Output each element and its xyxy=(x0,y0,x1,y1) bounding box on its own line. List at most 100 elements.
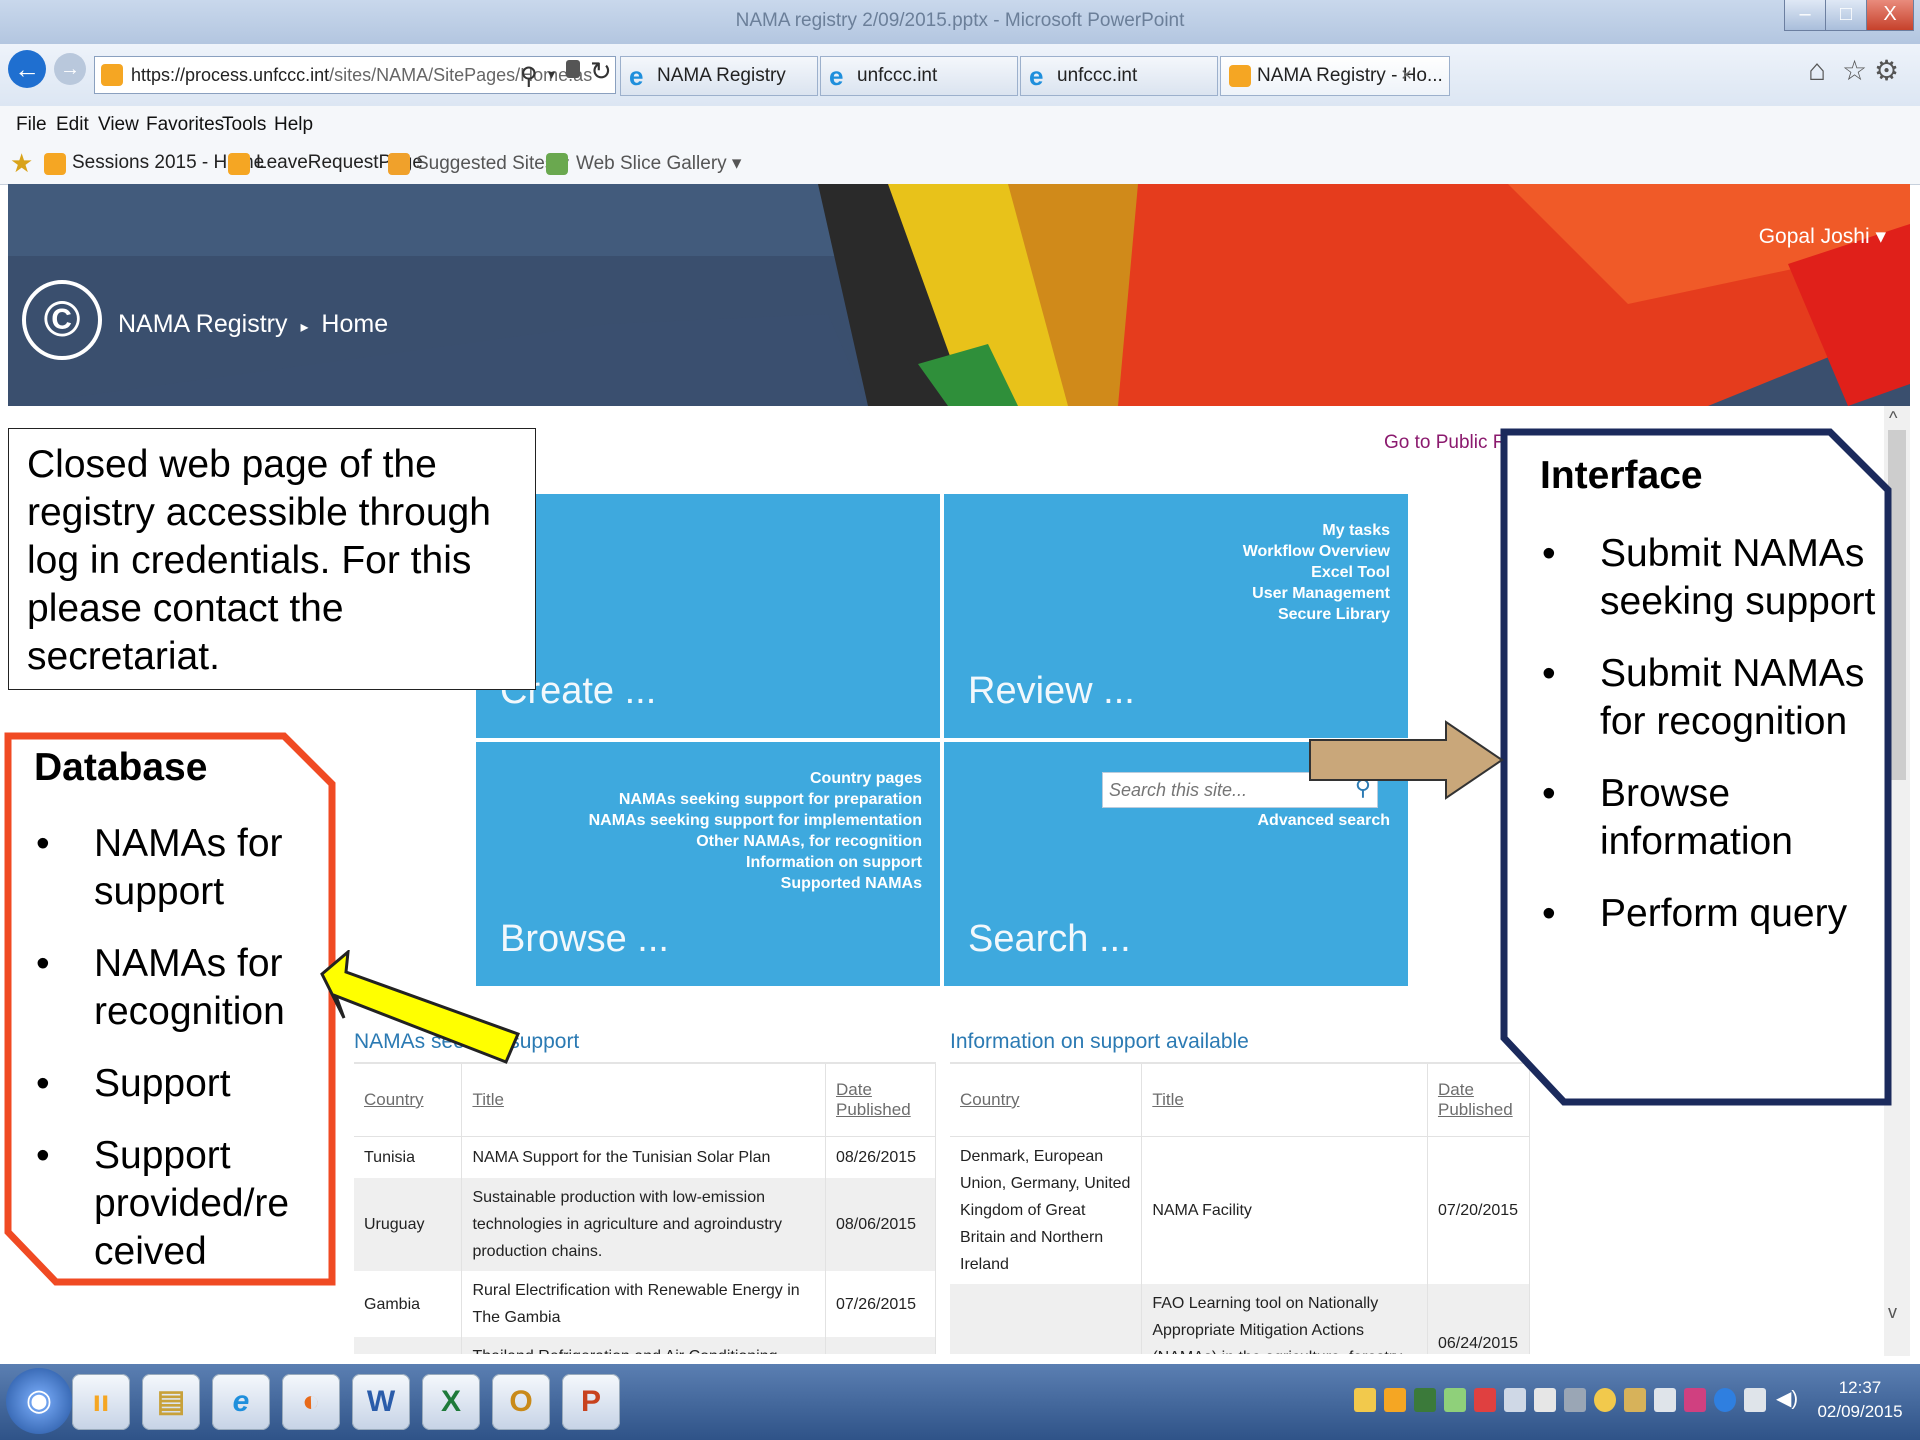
breadcrumb: NAMA Registry ▸ Home xyxy=(118,310,388,339)
col-title-header[interactable]: Title xyxy=(461,1064,826,1137)
support-table-viewport: Country Title Date Published Denmark, Eur… xyxy=(950,1064,1530,1354)
excel-taskbar-icon[interactable]: X xyxy=(422,1374,480,1430)
clock-time: 12:37 xyxy=(1838,1378,1882,1397)
breadcrumb-root[interactable]: NAMA Registry xyxy=(118,310,287,338)
minimize-button[interactable]: – xyxy=(1784,0,1826,31)
network-tray-icon[interactable] xyxy=(1444,1388,1466,1412)
close-tab-icon[interactable]: × xyxy=(1401,57,1412,95)
menu-favorites[interactable]: Favorites xyxy=(146,114,224,136)
refresh-icon[interactable]: ↻ xyxy=(590,56,612,87)
tab-unfccc-1[interactable]: e unfccc.int xyxy=(820,56,1018,96)
favorites-star-add-icon[interactable]: ★ xyxy=(10,148,33,179)
tile-browse[interactable]: Country pages NAMAs seeking support for … xyxy=(476,742,940,986)
address-input[interactable]: https://process.unfccc.int/sites/NAMA/Si… xyxy=(94,56,616,94)
device-tray-icon[interactable] xyxy=(1534,1388,1556,1412)
powerpoint-taskbar-icon[interactable]: P xyxy=(562,1374,620,1430)
start-orb-icon[interactable]: ◉ xyxy=(6,1368,72,1434)
col-date-header[interactable]: Date Published xyxy=(825,1064,936,1137)
menu-file[interactable]: File xyxy=(16,114,47,136)
tile-browse-links: Country pages NAMAs seeking support for … xyxy=(589,768,922,894)
menu-tools[interactable]: Tools xyxy=(222,114,266,136)
tab-nama-registry-home[interactable]: NAMA Registry - Ho... × xyxy=(1220,56,1450,96)
fav-web-slice-gallery[interactable]: Web Slice Gallery ▾ xyxy=(576,152,741,175)
lock-tray-icon[interactable] xyxy=(1624,1388,1646,1412)
bullet-icon: • xyxy=(1542,532,1556,575)
menu-view[interactable]: View xyxy=(98,114,139,136)
search-icon[interactable]: ⚲ xyxy=(520,62,538,91)
tab-nama-registry[interactable]: e NAMA Registry xyxy=(620,56,818,96)
gear-icon[interactable]: ⚙ xyxy=(1874,54,1899,87)
table-row[interactable]: Denmark, European Union, Germany, United… xyxy=(950,1136,1530,1284)
sync-tray-icon[interactable] xyxy=(1564,1388,1586,1412)
maximize-button[interactable]: □ xyxy=(1825,0,1867,31)
clock-date: 02/09/2015 xyxy=(1817,1402,1903,1421)
back-button[interactable]: ← xyxy=(8,50,46,88)
flag-tray-icon[interactable] xyxy=(1684,1388,1706,1412)
link-workflow-overview[interactable]: Workflow Overview xyxy=(1243,541,1390,562)
close-window-button[interactable]: X xyxy=(1866,0,1914,31)
word-taskbar-icon[interactable]: W xyxy=(352,1374,410,1430)
internet-explorer-taskbar-icon[interactable]: e xyxy=(212,1374,270,1430)
update-tray-icon[interactable] xyxy=(1594,1388,1616,1412)
keyboard-tray-icon[interactable] xyxy=(1654,1388,1676,1412)
tab-unfccc-2[interactable]: e unfccc.int xyxy=(1020,56,1218,96)
sharepoint-taskbar-icon[interactable]: ıı xyxy=(72,1374,130,1430)
explorer-taskbar-icon[interactable]: ▤ xyxy=(142,1374,200,1430)
unfccc-logo[interactable]: © xyxy=(22,280,102,360)
security-tray-icon[interactable] xyxy=(1414,1388,1436,1412)
display-tray-icon[interactable] xyxy=(1504,1388,1526,1412)
alert-tray-icon[interactable] xyxy=(1474,1388,1496,1412)
information-on-support-heading[interactable]: Information on support available xyxy=(950,1030,1249,1054)
advanced-search-link[interactable]: Advanced search xyxy=(1257,810,1390,831)
link-information-on-support[interactable]: Information on support xyxy=(589,852,922,873)
system-clock[interactable]: 12:37 02/09/2015 xyxy=(1810,1376,1910,1424)
taskbar: ◉ ıı ▤ e ◐ W X O P ◀) 12:37 02/09/2015 xyxy=(0,1364,1920,1440)
col-country-header[interactable]: Country xyxy=(354,1064,463,1137)
menu-help[interactable]: Help xyxy=(274,114,313,136)
bluetooth-tray-icon[interactable] xyxy=(1714,1388,1736,1412)
tile-review-title: Review ... xyxy=(968,670,1135,712)
database-panel: Database • NAMAs for support • NAMAs for r… xyxy=(4,732,336,1286)
volume-icon[interactable]: ◀) xyxy=(1776,1386,1798,1411)
col-country-header[interactable]: Country xyxy=(950,1064,1143,1137)
bullet-icon: • xyxy=(36,1062,50,1105)
link-supported-namas[interactable]: Supported NAMAs xyxy=(589,873,922,894)
table-row[interactable]: Tunisia NAMA Support for the Tunisian So… xyxy=(354,1136,936,1178)
link-country-pages[interactable]: Country pages xyxy=(589,768,922,789)
table-row[interactable]: Uruguay Sustainable production with low-… xyxy=(354,1178,936,1271)
lock-icon[interactable] xyxy=(566,60,580,78)
power-tray-icon[interactable] xyxy=(1744,1388,1766,1412)
dropdown-arrow-icon[interactable]: ▾ xyxy=(548,66,555,83)
link-namas-implementation[interactable]: NAMAs seeking support for implementation xyxy=(589,810,922,831)
scroll-down-icon[interactable]: v xyxy=(1888,1302,1897,1323)
breadcrumb-separator-icon: ▸ xyxy=(300,319,309,336)
yellow-arrow-icon xyxy=(320,950,521,1064)
database-list: • NAMAs for support • NAMAs for recognitio… xyxy=(36,820,330,1276)
home-icon[interactable]: ⌂ xyxy=(1808,54,1826,88)
scroll-up-icon[interactable]: ^ xyxy=(1889,408,1897,429)
tile-review[interactable]: My tasks Workflow Overview Excel Tool Us… xyxy=(944,494,1408,738)
mail-tray-icon[interactable] xyxy=(1354,1388,1376,1412)
table-row[interactable]: FAO Learning tool on Nationally Appropri… xyxy=(950,1283,1530,1354)
bullet-icon: • xyxy=(36,822,50,865)
favorites-star-icon[interactable]: ☆ xyxy=(1842,54,1867,87)
menu-edit[interactable]: Edit xyxy=(56,114,89,136)
link-namas-preparation[interactable]: NAMAs seeking support for preparation xyxy=(589,789,922,810)
firefox-taskbar-icon[interactable]: ◐ xyxy=(282,1374,340,1430)
link-my-tasks[interactable]: My tasks xyxy=(1243,520,1390,541)
user-menu[interactable]: Gopal Joshi ▾ xyxy=(1759,224,1886,249)
bullet-icon: • xyxy=(1542,772,1556,815)
col-title-header[interactable]: Title xyxy=(1141,1064,1428,1137)
outlook-taskbar-icon[interactable]: O xyxy=(492,1374,550,1430)
ie-icon: e xyxy=(629,61,644,91)
list-item: • Submit NAMAs for recognition xyxy=(1542,652,1865,743)
table-row[interactable]: Gambia Rural Electrification with Renewa… xyxy=(354,1271,936,1337)
link-excel-tool[interactable]: Excel Tool xyxy=(1243,562,1390,583)
link-secure-library[interactable]: Secure Library xyxy=(1243,604,1390,625)
tile-create[interactable]: Create ... xyxy=(476,494,940,738)
link-user-management[interactable]: User Management xyxy=(1243,583,1390,604)
outlook-tray-icon[interactable] xyxy=(1384,1388,1406,1412)
link-other-namas[interactable]: Other NAMAs, for recognition xyxy=(589,831,922,852)
forward-button[interactable]: → xyxy=(54,53,86,85)
table-row[interactable]: Thailand Refrigeration and Air Condition… xyxy=(354,1337,936,1354)
